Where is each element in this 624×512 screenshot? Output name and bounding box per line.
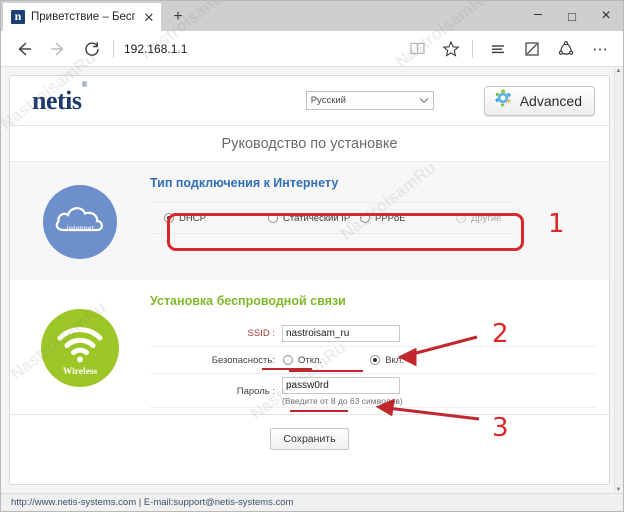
maximize-button[interactable] <box>555 1 589 31</box>
wireless-section: Wireless Установка беспроводной связи SS… <box>10 280 609 414</box>
internet-heading: Тип подключения к Интернету <box>150 176 339 190</box>
radio-pppoe-label: PPPoE <box>375 212 406 224</box>
password-row: Пароль : passw0rd (Введите от 8 до 63 си… <box>150 374 597 408</box>
radio-pppoe-icon[interactable] <box>360 213 370 223</box>
ssid-input[interactable]: nastroisam_ru <box>282 324 400 342</box>
forward-icon[interactable] <box>41 33 75 65</box>
password-hint: (Введите от 8 до 63 символов) <box>282 396 403 406</box>
navigation-bar: 192.168.1.1 ⋯ <box>1 31 623 67</box>
page-title: Руководство по установке <box>10 126 609 162</box>
wireless-icon: Wireless <box>41 309 119 387</box>
radio-option-static-ip[interactable]: Статический IP <box>268 213 360 224</box>
scroll-up-icon[interactable]: ▲ <box>614 67 623 76</box>
chevron-down-icon <box>419 96 429 106</box>
back-icon[interactable] <box>7 33 41 65</box>
language-value: Русский <box>310 95 346 106</box>
internet-body: Тип подключения к Интернету DHCP Статиче… <box>150 176 609 268</box>
close-window-button[interactable] <box>589 1 623 31</box>
advanced-label: Advanced <box>519 92 582 109</box>
password-field-wrap: passw0rd (Введите от 8 до 63 символов) <box>282 377 403 406</box>
radio-security-off-icon[interactable] <box>283 355 293 365</box>
new-tab-button[interactable]: + <box>161 3 195 31</box>
password-label: Пароль : <box>236 386 275 397</box>
browser-window: Приветствие – Беспров ✕ + 192.168.1.1 <box>0 0 624 512</box>
registered-mark: ® <box>81 79 88 89</box>
refresh-icon[interactable] <box>75 33 109 65</box>
nav-divider-2 <box>472 39 473 58</box>
window-controls <box>521 1 623 31</box>
advanced-button[interactable]: Advanced <box>483 85 595 116</box>
more-icon[interactable]: ⋯ <box>583 33 617 65</box>
radio-option-dhcp[interactable]: DHCP <box>164 213 268 224</box>
internet-icon: internet <box>43 185 117 259</box>
close-tab-icon[interactable]: ✕ <box>141 11 157 24</box>
share-icon[interactable] <box>549 33 583 65</box>
save-button[interactable]: Сохранить <box>270 427 349 450</box>
book-icon[interactable] <box>400 33 434 65</box>
radio-security-off-label: Откл. <box>298 354 323 366</box>
radio-other-label: Другие <box>471 212 502 224</box>
radio-other-icon <box>456 213 466 223</box>
gear-icon <box>493 88 513 113</box>
netis-favicon-icon <box>11 8 25 24</box>
hub-icon[interactable] <box>481 33 515 65</box>
radio-dhcp-label: DHCP <box>179 212 206 224</box>
wireless-body: Установка беспроводной связи SSID : nast… <box>150 294 609 408</box>
note-icon[interactable] <box>515 33 549 65</box>
star-icon[interactable] <box>434 33 468 65</box>
internet-icon-caption: internet <box>66 223 94 233</box>
netis-logo-text: netis <box>32 85 82 115</box>
password-input[interactable]: passw0rd <box>282 377 400 394</box>
radio-option-security-off[interactable]: Откл. <box>283 355 322 366</box>
internet-icon-wrap: internet <box>10 176 150 268</box>
radio-dhcp-icon[interactable] <box>164 213 174 223</box>
router-header: netis® Русский Advanced <box>10 76 609 126</box>
netis-logo: netis® <box>32 80 88 116</box>
ssid-row: SSID : nastroisam_ru <box>150 320 597 347</box>
nav-divider <box>113 39 114 58</box>
wireless-icon-wrap: Wireless <box>10 294 150 402</box>
address-bar[interactable]: 192.168.1.1 <box>122 42 400 56</box>
security-options: Откл. Вкл. <box>282 355 404 366</box>
site-footer: http://www.netis-systems.com | E-mail:su… <box>1 493 623 511</box>
router-admin-page: netis® Русский Advanced Руководство по у… <box>9 75 610 485</box>
page-scrollbar[interactable]: ▲ ▼ <box>614 67 623 511</box>
minimize-button[interactable] <box>521 1 555 31</box>
browser-tab[interactable]: Приветствие – Беспров ✕ <box>3 3 161 31</box>
radio-security-on-label: Вкл. <box>385 354 404 366</box>
router-footer: Сохранить <box>10 414 609 462</box>
radio-static-ip-label: Статический IP <box>283 212 351 224</box>
ssid-label: SSID : <box>247 327 275 339</box>
wireless-icon-caption: Wireless <box>62 367 98 377</box>
tab-strip: Приветствие – Беспров ✕ + <box>1 1 623 31</box>
nav-actions: ⋯ <box>400 33 617 65</box>
radio-static-ip-icon[interactable] <box>268 213 278 223</box>
security-row: Безопасность: Откл. Вкл. <box>150 347 597 374</box>
internet-section: internet Тип подключения к Интернету DHC… <box>10 162 609 280</box>
language-select[interactable]: Русский <box>305 91 434 110</box>
page-viewport: netis® Русский Advanced Руководство по у… <box>1 67 623 511</box>
radio-option-other: Другие <box>456 213 501 224</box>
radio-option-security-on[interactable]: Вкл. <box>370 355 404 366</box>
tab-title: Приветствие – Беспров <box>31 11 135 23</box>
connection-type-options: DHCP Статический IP PPPoE Другие <box>150 202 512 234</box>
security-label: Безопасность: <box>211 354 275 366</box>
radio-option-pppoe[interactable]: PPPoE <box>360 213 456 224</box>
wireless-heading: Установка беспроводной связи <box>150 294 346 308</box>
radio-security-on-icon[interactable] <box>370 355 381 365</box>
